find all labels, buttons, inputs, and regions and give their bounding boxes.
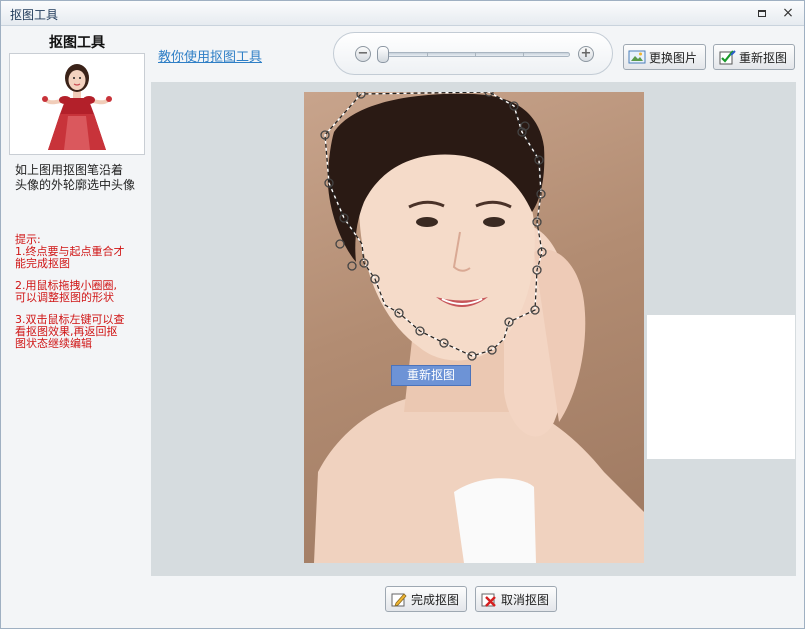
- tip-line: 能完成抠图: [15, 257, 70, 270]
- instruction-line: 如上图用抠图笔沿着: [15, 163, 124, 177]
- picture-icon: [628, 50, 646, 64]
- portrait-photo: [314, 92, 644, 563]
- zoom-slider[interactable]: [377, 46, 570, 63]
- replace-image-button[interactable]: 更换图片: [623, 44, 706, 70]
- finish-cutout-button[interactable]: 完成抠图: [385, 586, 467, 612]
- zoom-tick: [475, 53, 476, 56]
- tip-item: 2.用鼠标拖拽小圈圈, 可以调整抠图的形状: [15, 280, 145, 304]
- window-title: 抠图工具: [10, 8, 59, 22]
- cancel-cutout-button[interactable]: 取消抠图: [475, 586, 557, 612]
- redo-cutout-label: 重新抠图: [739, 50, 788, 65]
- zoom-out-icon[interactable]: −: [355, 46, 371, 62]
- photo: [304, 92, 644, 563]
- cancel-x-icon: [481, 593, 496, 607]
- cutout-tool-window: 抠图工具 × 抠图工具 如上图用抠图笔沿着 头像的外轮廓选中头像 提示: 1.终…: [0, 0, 805, 629]
- redo-cutout-button[interactable]: 重新抠图: [713, 44, 795, 70]
- tip-item: 3.双击鼠标左键可以查 看抠图效果,再返回抠 图状态继续编辑: [15, 314, 145, 350]
- editing-canvas[interactable]: 重新抠图: [151, 82, 796, 576]
- replace-image-label: 更换图片: [649, 50, 698, 65]
- zoom-slider-thumb[interactable]: [377, 46, 389, 63]
- sample-image: [9, 53, 145, 155]
- close-icon[interactable]: ×: [778, 4, 798, 22]
- zoom-tick: [523, 53, 524, 56]
- pencil-edit-icon: [391, 593, 407, 607]
- sample-title: 抠图工具: [49, 35, 105, 51]
- maximize-icon[interactable]: [752, 4, 772, 22]
- check-edit-icon: [719, 50, 736, 65]
- finish-cutout-label: 完成抠图: [411, 592, 460, 607]
- help-link[interactable]: 教你使用抠图工具: [158, 46, 262, 65]
- cancel-cutout-label: 取消抠图: [501, 592, 550, 607]
- title-bar[interactable]: 抠图工具 ×: [1, 1, 804, 26]
- redo-cutout-overlay-button[interactable]: 重新抠图: [391, 365, 471, 386]
- tips-block: 提示: 1.终点要与起点重合才 能完成抠图 2.用鼠标拖拽小圈圈, 可以调整抠图…: [15, 234, 145, 360]
- tip-line: 图状态继续编辑: [15, 337, 92, 350]
- instruction-text: 如上图用抠图笔沿着 头像的外轮廓选中头像: [15, 163, 145, 193]
- instruction-line: 头像的外轮廓选中头像: [15, 178, 136, 192]
- preview-panel: [647, 315, 795, 459]
- sample-princess-illustration: [42, 64, 112, 150]
- zoom-in-icon[interactable]: +: [578, 46, 594, 62]
- zoom-tick: [427, 53, 428, 56]
- zoom-control: − +: [333, 32, 613, 75]
- tip-line: 可以调整抠图的形状: [15, 291, 114, 304]
- tip-item: 1.终点要与起点重合才 能完成抠图: [15, 246, 145, 270]
